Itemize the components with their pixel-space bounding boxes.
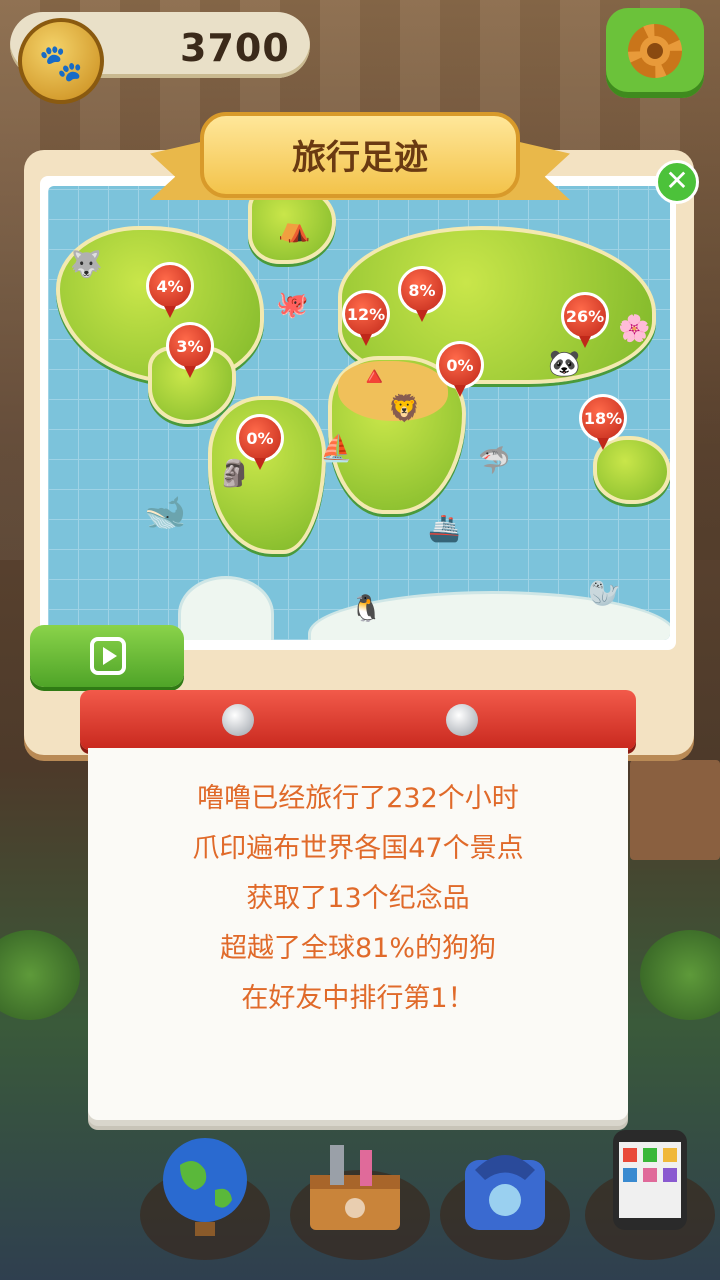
toolbox-icon — [310, 1145, 400, 1230]
globe-button[interactable] — [150, 1130, 260, 1240]
phone-icon — [613, 1130, 687, 1230]
map-pin-central-america[interactable]: 3% — [166, 322, 214, 378]
stat-spots: 爪印遍布世界各国47个景点 — [192, 833, 524, 864]
settings-button[interactable] — [606, 8, 704, 98]
scroll-knob-left — [222, 704, 254, 736]
close-icon: ✕ — [665, 164, 689, 197]
penguin-icon: 🐧 — [350, 594, 383, 624]
telephone-button[interactable] — [450, 1130, 560, 1240]
moai-icon: 🗿 — [218, 459, 251, 489]
map-pin-southeast-asia[interactable]: 18% — [579, 394, 627, 450]
background-shelf — [630, 760, 720, 860]
pyramid-icon: 🔺 — [358, 362, 391, 392]
whale-icon: 🐋 — [144, 493, 187, 533]
world-map: 4% 3% 0% 12% 8% 0% 26% 18% 🐺 ⛺ 🐙 🐼 🐋 🦈 ⛵… — [48, 186, 670, 640]
close-button[interactable]: ✕ — [655, 160, 699, 204]
coin-value: 3700 — [180, 26, 290, 70]
stats-scroll: 噜噜已经旅行了232个小时 爪印遍布世界各国47个景点 获取了13个纪念品 超越… — [88, 748, 628, 1120]
smartphone-button[interactable] — [603, 1130, 713, 1240]
shark-icon: 🦈 — [478, 446, 511, 476]
stat-souvenirs: 获取了13个纪念品 — [246, 883, 470, 914]
flower-icon: 🌸 — [618, 314, 651, 344]
play-icon — [90, 637, 126, 675]
scroll-knob-right — [446, 704, 478, 736]
panda-icon: 🐼 — [548, 349, 581, 379]
map-pin-middle-east[interactable]: 0% — [436, 341, 484, 397]
octopus-icon: 🐙 — [276, 290, 309, 320]
coin-counter: 🐾 3700 — [10, 12, 310, 104]
stat-travel-hours: 噜噜已经旅行了232个小时 — [197, 783, 519, 814]
ship-icon: ⛵ — [320, 434, 353, 464]
telephone-icon — [465, 1155, 545, 1230]
toolbox-button[interactable] — [300, 1130, 410, 1240]
map-pin-europe[interactable]: 12% — [342, 290, 390, 346]
seal-icon: 🦭 — [588, 579, 621, 609]
map-pin-east-asia[interactable]: 26% — [561, 292, 609, 348]
globe-icon — [163, 1138, 247, 1236]
title-banner: 旅行足迹 — [150, 112, 570, 212]
scroll-top-bar — [80, 690, 636, 750]
panel-title: 旅行足迹 — [292, 138, 428, 178]
play-button[interactable] — [30, 625, 184, 687]
stat-percentile: 超越了全球81%的狗狗 — [219, 933, 496, 964]
lion-icon: 🦁 — [388, 394, 421, 424]
paw-coin-icon: 🐾 — [18, 18, 104, 104]
map-pin-north-america[interactable]: 4% — [146, 262, 194, 318]
map-pin-russia[interactable]: 8% — [398, 266, 446, 322]
husky-icon: 🐺 — [70, 250, 103, 280]
boat-icon: 🚢 — [428, 514, 461, 544]
igloo-icon: ⛺ — [278, 214, 311, 244]
gear-icon — [628, 24, 682, 78]
antarctica-ice-left — [178, 576, 274, 640]
stat-friend-rank: 在好友中排行第1！ — [241, 983, 475, 1014]
